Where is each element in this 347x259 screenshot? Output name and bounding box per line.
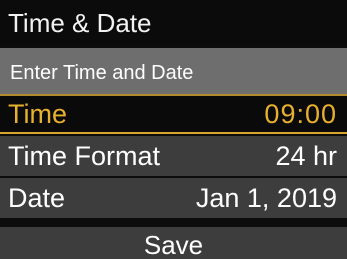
time-format-label: Time Format — [8, 141, 161, 171]
time-label: Time — [8, 99, 67, 129]
instruction-banner: Enter Time and Date — [0, 48, 347, 94]
save-label: Save — [143, 230, 204, 259]
time-date-screen: Time & Date Enter Time and Date Time 09:… — [0, 0, 347, 259]
time-row[interactable]: Time 09:00 — [0, 94, 347, 134]
date-value: Jan 1, 2019 — [195, 183, 337, 213]
save-button[interactable]: Save — [0, 227, 347, 259]
screen-title: Time & Date — [8, 8, 152, 38]
row-divider — [0, 218, 347, 227]
date-row[interactable]: Date Jan 1, 2019 — [0, 178, 347, 218]
title-bar: Time & Date — [0, 0, 347, 46]
time-format-row[interactable]: Time Format 24 hr — [0, 136, 347, 176]
date-label: Date — [8, 183, 66, 213]
instruction-text: Enter Time and Date — [10, 62, 194, 84]
time-format-value: 24 hr — [275, 141, 337, 171]
time-value: 09:00 — [264, 99, 337, 129]
